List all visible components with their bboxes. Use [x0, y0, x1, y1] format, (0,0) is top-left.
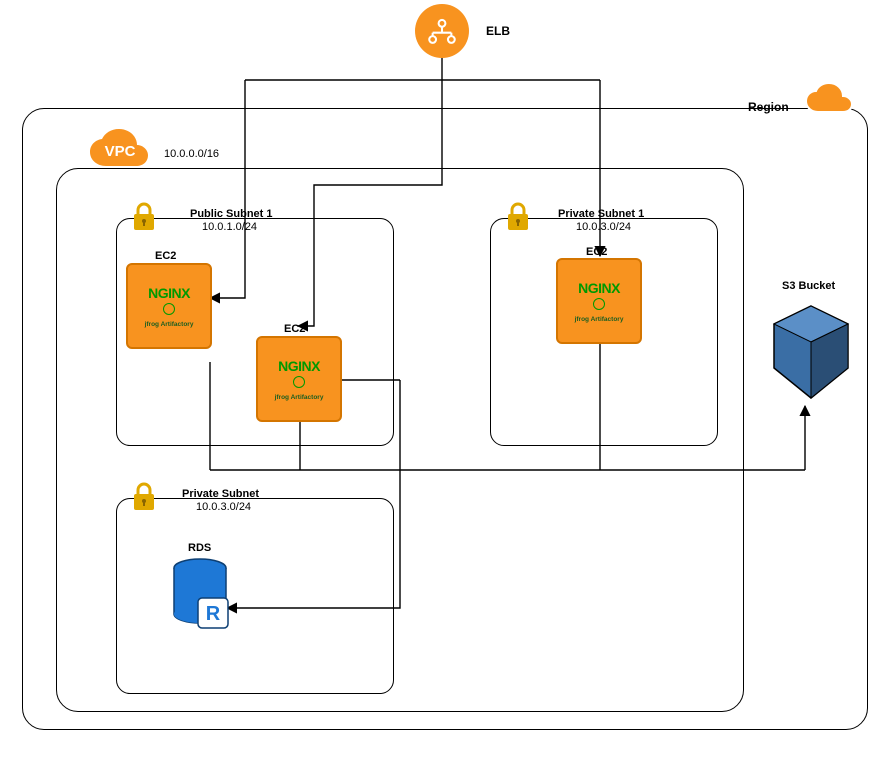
elb-icon	[415, 4, 469, 58]
lock-icon-3	[132, 482, 156, 512]
nginx-label-3: NGINX	[578, 280, 620, 296]
nginx-label-2: NGINX	[278, 358, 320, 374]
subnet2-cidr: 10.0.3.0/24	[576, 221, 631, 233]
lock-icon-1	[132, 202, 156, 232]
region-cloud-icon	[800, 80, 856, 120]
rds-label: RDS	[188, 542, 211, 554]
svg-text:VPC: VPC	[105, 143, 136, 160]
subnet3-title: Private Subnet	[182, 488, 259, 500]
diagram-canvas: ELB Region VPC 10.0.0.0/16 Public Subnet…	[0, 0, 891, 757]
ec2-1-label: EC2	[155, 250, 176, 262]
load-balancer-icon	[425, 14, 459, 48]
ec2-3-label: EC2	[586, 246, 607, 258]
ec2-node-1: NGINX jfrog Artifactory	[126, 263, 212, 349]
svg-text:R: R	[206, 603, 221, 625]
subnet1-cidr: 10.0.1.0/24	[202, 221, 257, 233]
lock-icon-2	[506, 202, 530, 232]
private-subnet-bottom	[116, 498, 394, 694]
subnet3-cidr: 10.0.3.0/24	[196, 501, 251, 513]
rds-icon: R	[170, 558, 230, 637]
ec2-node-2: NGINX jfrog Artifactory	[256, 336, 342, 422]
subnet2-title: Private Subnet 1	[558, 208, 644, 220]
jfrog-label-2: jfrog Artifactory	[275, 394, 324, 401]
vpc-cloud-icon: VPC	[84, 126, 156, 174]
region-label: Region	[748, 100, 789, 114]
elb-label: ELB	[486, 24, 510, 38]
vpc-cidr: 10.0.0.0/16	[164, 148, 219, 160]
ec2-2-label: EC2	[284, 323, 305, 335]
nginx-icon-3	[593, 298, 605, 310]
jfrog-label-3: jfrog Artifactory	[575, 316, 624, 323]
nginx-icon-2	[293, 376, 305, 388]
subnet1-title: Public Subnet 1	[190, 208, 273, 220]
nginx-label-1: NGINX	[148, 285, 190, 301]
ec2-node-3: NGINX jfrog Artifactory	[556, 258, 642, 344]
nginx-icon-1	[163, 303, 175, 315]
s3-bucket-icon	[766, 298, 856, 409]
jfrog-label-1: jfrog Artifactory	[145, 321, 194, 328]
s3-label: S3 Bucket	[782, 280, 835, 292]
